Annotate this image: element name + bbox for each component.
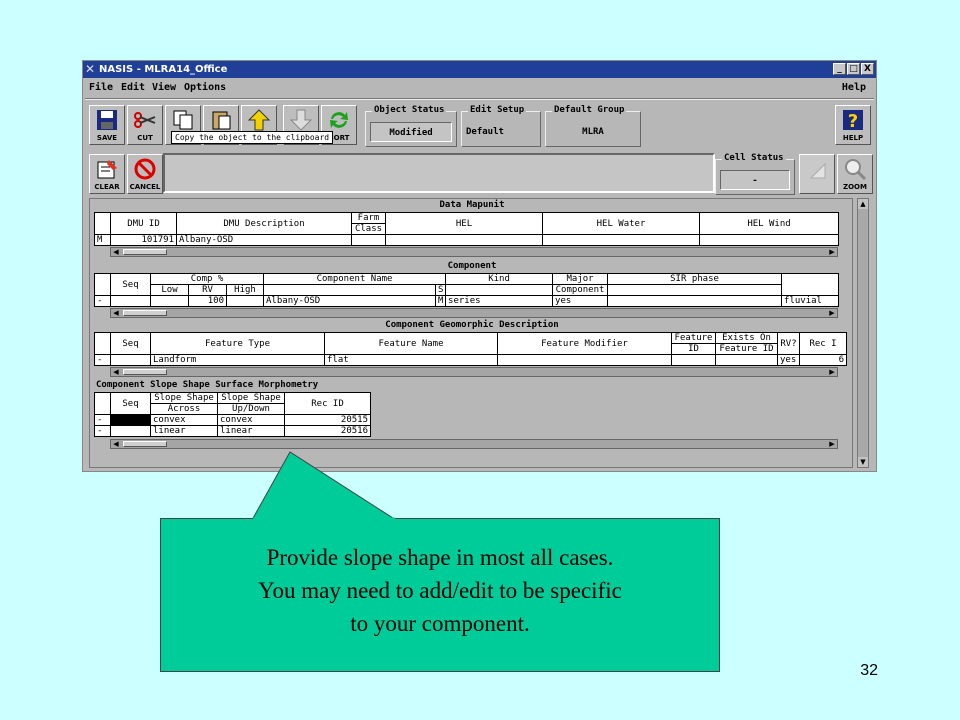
slide-number: 32 xyxy=(860,662,878,679)
callout-pointer-seam xyxy=(253,517,395,521)
